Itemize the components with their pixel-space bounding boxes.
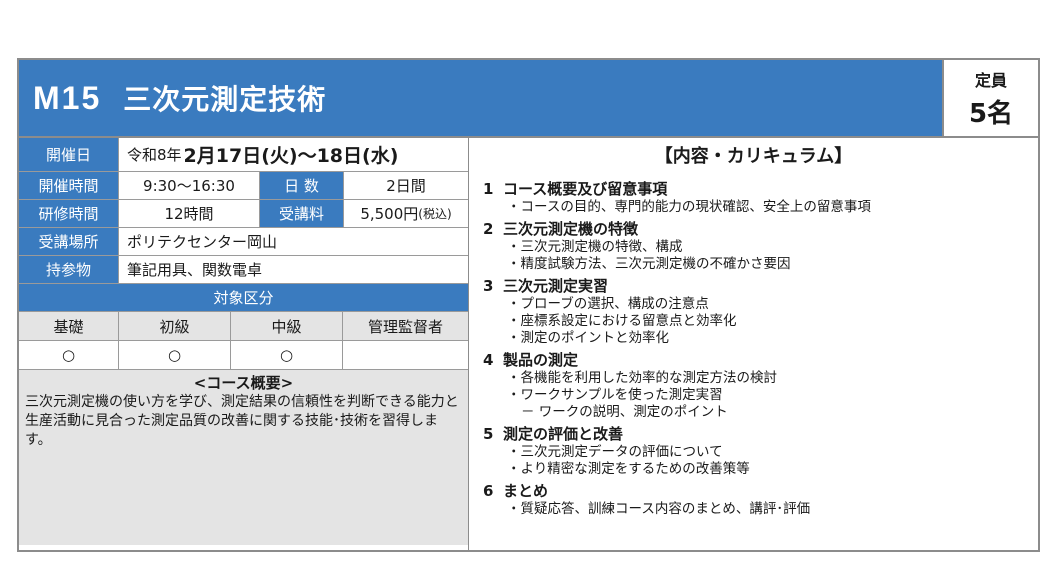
section-heading: 1 コース概要及び留意事項 bbox=[483, 180, 1038, 199]
hours-row: 研修時間 12時間 受講料 5,500円 (税込) bbox=[19, 200, 468, 228]
fee-value-cell: 5,500円 (税込) bbox=[344, 200, 468, 227]
capacity-box: 定員 5名 bbox=[942, 60, 1038, 136]
fee-note: (税込) bbox=[418, 207, 452, 221]
course-title: 三次元測定技術 bbox=[123, 83, 327, 116]
section-item: ・より精密な測定をするための改善策等 bbox=[507, 461, 750, 477]
section-subitem: － ワークの説明、測定のポイント bbox=[521, 404, 728, 420]
level-mark-row: ○ ○ ○ bbox=[19, 341, 468, 370]
section-number: 5 bbox=[483, 425, 494, 443]
items-value: 筆記用具、関数電卓 bbox=[127, 261, 263, 279]
capacity-label: 定員 bbox=[974, 70, 1007, 90]
curriculum-section: 5 測定の評価と改善 ・三次元測定データの評価について ・より精密な測定をするための改… bbox=[483, 425, 1038, 478]
curriculum-section: 1 コース概要及び留意事項 ・コースの目的、専門的能力の現状確認、安全上の留意事項 bbox=[483, 180, 1038, 216]
mark-manager bbox=[343, 341, 468, 369]
items-row: 持参物 筆記用具、関数電卓 bbox=[19, 256, 468, 284]
date-row: 開催日 令和8年 2月17日(火)～18日(水) bbox=[19, 138, 468, 172]
level-header-row: 基礎 初級 中級 管理監督者 bbox=[19, 312, 468, 341]
curriculum-panel: 【内容・カリキュラム】 1 コース概要及び留意事項 ・コースの目的、専門的能力の現状… bbox=[468, 136, 1038, 552]
venue-label: 受講場所 bbox=[19, 228, 119, 255]
section-number: 3 bbox=[483, 277, 494, 295]
date-value: 令和8年 2月17日(火)～18日(水) bbox=[119, 138, 468, 171]
section-heading: 6 まとめ bbox=[483, 482, 1038, 501]
section-title: 三次元測定実習 bbox=[503, 277, 609, 295]
date-main: 2月17日(火)～18日(水) bbox=[183, 145, 399, 167]
level-basic: 基礎 bbox=[19, 312, 119, 340]
time-value: 9:30～16:30 bbox=[119, 172, 260, 199]
overview-title: <コース概要> bbox=[193, 374, 294, 392]
overview-text: 三次元測定機の使い方を学び、測定結果の信頼性を判断できる能力と生産活動に見合った… bbox=[25, 394, 459, 448]
target-heading: 対象区分 bbox=[19, 284, 468, 312]
section-title: 製品の測定 bbox=[503, 351, 579, 369]
section-item: ・座標系設定における留意点と効率化 bbox=[507, 313, 737, 329]
section-title: 三次元測定機の特徴 bbox=[503, 220, 639, 238]
curriculum-sections: 1 コース概要及び留意事項 ・コースの目的、専門的能力の現状確認、安全上の留意事項 2… bbox=[483, 180, 1038, 518]
capacity-value: 5名 bbox=[968, 98, 1014, 129]
level-manager: 管理監督者 bbox=[367, 317, 443, 336]
section-item: ・ワークサンプルを使った測定実習 bbox=[507, 387, 723, 403]
days-value: 2日間 bbox=[386, 177, 426, 195]
info-panel: 開催日 令和8年 2月17日(火)～18日(水) 開催時間 9:30～16:30… bbox=[19, 136, 468, 552]
curriculum-title: 【内容・カリキュラム】 bbox=[654, 146, 853, 167]
section-item: ・質疑応答、訓練コース内容のまとめ、講評･評価 bbox=[507, 501, 811, 517]
mark-intermediate: ○ bbox=[231, 341, 343, 369]
curriculum-section: 4 製品の測定 ・各機能を利用した効率的な測定方法の検討 ・ワークサンプルを使った測定… bbox=[483, 351, 1038, 421]
hours-label: 研修時間 bbox=[19, 200, 119, 227]
section-number: 1 bbox=[483, 180, 494, 198]
mark-beginner: ○ bbox=[119, 341, 231, 369]
curriculum-section: 3 三次元測定実習 ・プローブの選択、構成の注意点 ・座標系設定における留意点と効率化… bbox=[483, 277, 1038, 347]
section-item: ・三次元測定機の特徴、構成 bbox=[507, 239, 683, 255]
section-item: ・測定のポイントと効率化 bbox=[507, 330, 669, 346]
date-prefix: 令和8年 bbox=[127, 146, 182, 164]
section-title: まとめ bbox=[503, 482, 549, 500]
days-label: 日 数 bbox=[260, 172, 344, 199]
venue-row: 受講場所 ポリテクセンター岡山 bbox=[19, 228, 468, 256]
fee-label: 受講料 bbox=[260, 200, 344, 227]
section-number: 2 bbox=[483, 220, 494, 238]
items-label: 持参物 bbox=[19, 256, 119, 283]
course-header: M15 三次元測定技術 定員 5名 bbox=[19, 60, 1038, 136]
section-item: ・三次元測定データの評価について bbox=[507, 444, 723, 460]
time-label: 開催時間 bbox=[19, 172, 119, 199]
title-band: M15 三次元測定技術 bbox=[19, 60, 942, 136]
mark-basic: ○ bbox=[19, 341, 119, 369]
section-number: 4 bbox=[483, 351, 494, 369]
date-label: 開催日 bbox=[19, 138, 119, 171]
course-card: M15 三次元測定技術 定員 5名 開催日 令和8年 2月17日(火)～18日(… bbox=[17, 58, 1040, 552]
section-heading: 5 測定の評価と改善 bbox=[483, 425, 1038, 444]
section-item: ・精度試験方法、三次元測定機の不確かさ要因 bbox=[507, 256, 791, 272]
section-title: コース概要及び留意事項 bbox=[503, 180, 668, 198]
course-code: M15 bbox=[33, 79, 102, 116]
venue-value: ポリテクセンター岡山 bbox=[127, 233, 278, 251]
curriculum-section: 6 まとめ ・質疑応答、訓練コース内容のまとめ、講評･評価 bbox=[483, 482, 1038, 518]
course-overview: <コース概要> 三次元測定機の使い方を学び、測定結果の信頼性を判断できる能力と生… bbox=[19, 370, 468, 545]
section-number: 6 bbox=[483, 482, 494, 500]
hours-value: 12時間 bbox=[119, 200, 260, 227]
level-beginner: 初級 bbox=[119, 312, 231, 340]
time-row: 開催時間 9:30～16:30 日 数 2日間 bbox=[19, 172, 468, 200]
fee-value: 5,500円 bbox=[360, 205, 419, 223]
section-heading: 3 三次元測定実習 bbox=[483, 277, 1038, 296]
section-item: ・コースの目的、専門的能力の現状確認、安全上の留意事項 bbox=[507, 199, 871, 215]
section-title: 測定の評価と改善 bbox=[503, 425, 624, 443]
section-heading: 2 三次元測定機の特徴 bbox=[483, 220, 1038, 239]
section-item: ・各機能を利用した効率的な測定方法の検討 bbox=[507, 370, 777, 386]
level-intermediate: 中級 bbox=[231, 312, 343, 340]
section-item: ・プローブの選択、構成の注意点 bbox=[507, 296, 709, 312]
section-heading: 4 製品の測定 bbox=[483, 351, 1038, 370]
curriculum-section: 2 三次元測定機の特徴 ・三次元測定機の特徴、構成 ・精度試験方法、三次元測定機の不確… bbox=[483, 220, 1038, 273]
